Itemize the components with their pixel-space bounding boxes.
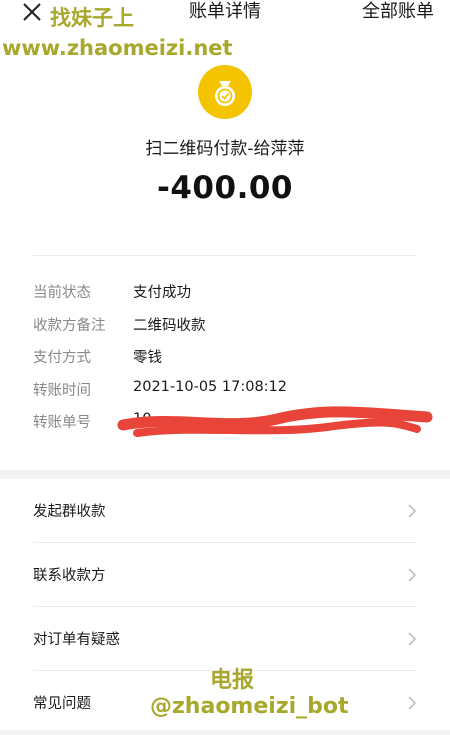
chevron-right-icon [408,696,417,710]
action-label: 常见问题 [33,696,91,712]
detail-label: 收款方备注 [33,317,106,334]
watermark-name: 找妹子上 [50,6,134,30]
detail-value: 二维码收款 [133,317,206,334]
divider [33,255,417,256]
detail-value: 零钱 [133,350,162,366]
all-bills-link[interactable]: 全部账单 [362,0,434,24]
detail-label: 转账单号 [33,415,91,431]
detail-label: 当前状态 [33,285,91,301]
chevron-right-icon [408,504,417,518]
detail-label: 支付方式 [33,350,91,366]
transaction-card: 扫二维码付款-给萍萍 -400.00 当前状态 支付成功 收款方备注 二维码收款… [0,30,450,470]
chevron-right-icon [408,568,417,582]
payment-amount: -400.00 [157,170,293,206]
detail-row-remark: 收款方备注 二维码收款 [33,314,423,347]
detail-row-transfer-number: 转账单号 10 [33,406,433,444]
action-label: 对订单有疑惑 [33,632,120,648]
action-contact-payee[interactable]: 联系收款方 [0,543,450,607]
detail-list: 当前状态 支付成功 收款方备注 二维码收款 支付方式 零钱 转账时间 2021-… [33,281,433,444]
money-bag-icon [198,65,252,119]
redaction-scribble [117,406,433,437]
action-label: 联系收款方 [33,568,106,584]
payment-title: 扫二维码付款-给萍萍 [145,139,305,159]
watermark-handle: @zhaomeizi_bot [150,694,349,719]
detail-label: 转账时间 [33,382,91,399]
action-group-collect[interactable]: 发起群收款 [0,479,450,543]
watermark-url: www.zhaomeizi.net [2,36,233,60]
watermark-label: 电报 [210,668,255,693]
detail-row-status: 当前状态 支付成功 [33,281,423,314]
detail-row-payment-method: 支付方式 零钱 [33,346,423,379]
action-label: 发起群收款 [33,504,106,520]
detail-value: 2021-10-05 17:08:12 [133,378,287,395]
chevron-right-icon [408,632,417,646]
detail-value: 支付成功 [133,285,191,301]
